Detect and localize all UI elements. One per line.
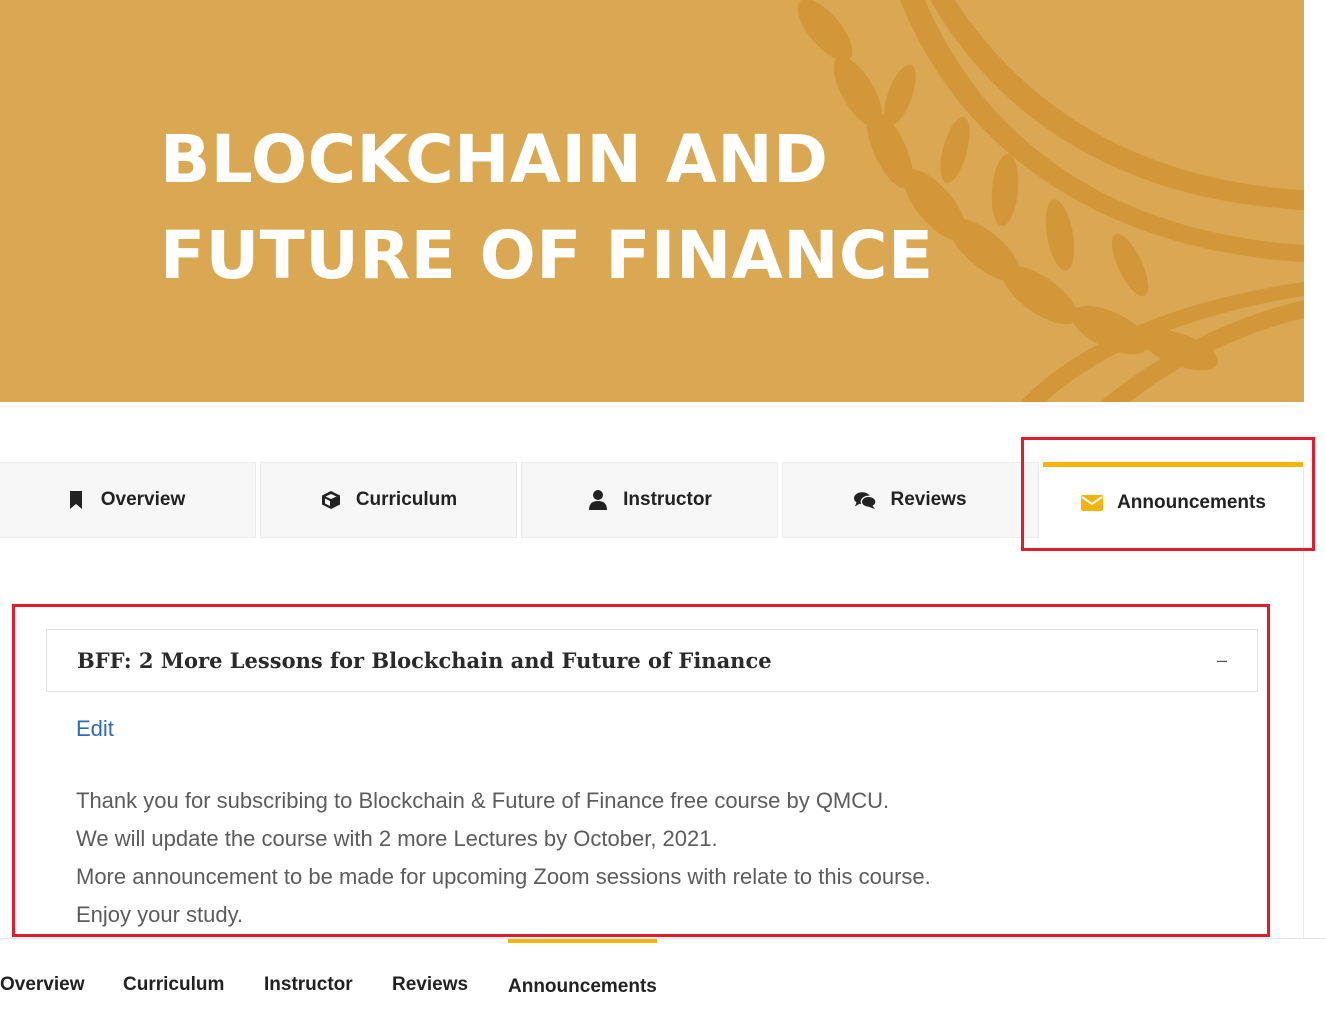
edit-link[interactable]: Edit [76,716,114,742]
announcement-line: More announcement to be made for upcomin… [76,864,931,889]
tab-announcements[interactable]: Announcements [1043,462,1304,539]
announcement-header[interactable]: BFF: 2 More Lessons for Blockchain and F… [46,629,1258,692]
announcement-line: We will update the course with 2 more Le… [76,826,718,851]
bottom-nav-overview[interactable]: Overview [0,939,85,1030]
collapse-toggle[interactable]: – [1217,650,1227,671]
banner-title-line1: BLOCKCHAIN AND [160,121,829,198]
course-tabs: Overview Curriculum Instructor Reviews A… [0,462,1304,539]
announcement-body: Thank you for subscribing to Blockchain … [76,782,1226,934]
envelope-icon [1081,492,1104,514]
banner-title: BLOCKCHAIN AND FUTURE OF FINANCE [160,112,934,304]
user-icon [587,489,609,511]
tab-announcements-label: Announcements [1117,492,1266,513]
bottom-nav-announcements[interactable]: Announcements [508,939,657,1030]
announcement-line: Thank you for subscribing to Blockchain … [76,788,890,813]
tab-reviews[interactable]: Reviews [782,462,1039,538]
tab-curriculum-label: Curriculum [355,489,458,510]
bottom-nav-curriculum[interactable]: Curriculum [123,939,224,1030]
content-divider [1303,462,1304,938]
bottom-sticky-nav: Overview Curriculum Instructor Reviews A… [0,938,1326,1030]
banner-title-line2: FUTURE OF FINANCE [160,217,934,294]
comments-icon [854,489,877,511]
bottom-nav-instructor[interactable]: Instructor [264,939,353,1030]
tab-instructor[interactable]: Instructor [521,462,778,538]
bottom-nav-reviews[interactable]: Reviews [392,939,468,1030]
tab-reviews-label: Reviews [890,489,967,510]
announcement-line: Enjoy your study. [76,902,244,927]
tab-overview-label: Overview [100,489,186,510]
tab-curriculum[interactable]: Curriculum [260,462,517,538]
announcement-title: BFF: 2 More Lessons for Blockchain and F… [77,648,772,673]
cube-icon [320,489,342,511]
tab-instructor-label: Instructor [623,489,712,510]
tab-overview[interactable]: Overview [0,462,256,538]
bookmark-icon [65,489,87,511]
course-banner: BLOCKCHAIN AND FUTURE OF FINANCE [0,0,1304,402]
